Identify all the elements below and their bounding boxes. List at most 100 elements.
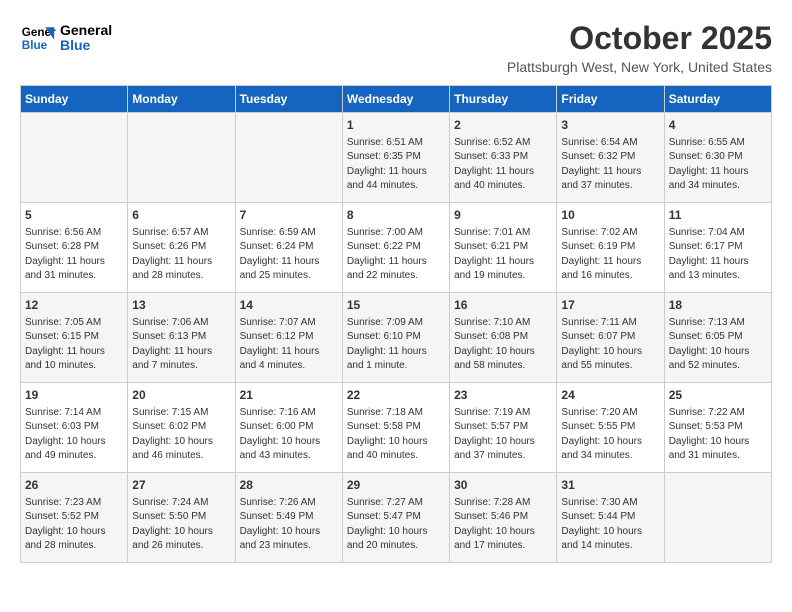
day-number: 15 (347, 297, 445, 314)
day-number: 12 (25, 297, 123, 314)
day-info: Sunrise: 7:28 AM Sunset: 5:46 PM Dayligh… (454, 496, 552, 554)
table-row: 4 Sunrise: 6:55 AM Sunset: 6:30 PM Daylig… (664, 113, 771, 203)
day-info: Sunrise: 6:59 AM Sunset: 6:24 PM Dayligh… (240, 226, 338, 284)
day-info: Sunrise: 6:55 AM Sunset: 6:30 PM Dayligh… (669, 136, 767, 194)
day-number: 30 (454, 477, 552, 494)
day-info: Sunrise: 7:30 AM Sunset: 5:44 PM Dayligh… (561, 496, 659, 554)
day-number: 29 (347, 477, 445, 494)
table-row (664, 473, 771, 563)
day-number: 18 (669, 297, 767, 314)
day-number: 6 (132, 207, 230, 224)
table-row: 7Sunrise: 6:59 AM Sunset: 6:24 PM Daylig… (235, 203, 342, 293)
table-row: 23 Sunrise: 7:19 AM Sunset: 5:57 PM Dayli… (450, 383, 557, 473)
col-friday: Friday (557, 86, 664, 113)
day-info: Sunrise: 7:07 AM Sunset: 6:12 PM Dayligh… (240, 316, 338, 374)
table-row: 11 Sunrise: 7:04 AM Sunset: 6:17 PM Dayli… (664, 203, 771, 293)
table-row: 22Sunrise: 7:18 AM Sunset: 5:58 PM Dayli… (342, 383, 449, 473)
day-number: 13 (132, 297, 230, 314)
table-row: 9Sunrise: 7:01 AM Sunset: 6:21 PM Daylig… (450, 203, 557, 293)
table-row: 29 Sunrise: 7:27 AM Sunset: 5:47 PM Dayli… (342, 473, 449, 563)
table-row: 13Sunrise: 7:06 AM Sunset: 6:13 PM Dayli… (128, 293, 235, 383)
day-info: Sunrise: 7:19 AM Sunset: 5:57 PM Dayligh… (454, 406, 552, 464)
day-number: 19 (25, 387, 123, 404)
svg-text:Blue: Blue (22, 39, 48, 52)
calendar-table: Sunday Monday Tuesday Wednesday Thursday… (20, 85, 772, 563)
week-row-5: 26Sunrise: 7:23 AM Sunset: 5:52 PM Dayli… (21, 473, 772, 563)
day-info: Sunrise: 6:54 AM Sunset: 6:32 PM Dayligh… (561, 136, 659, 194)
week-row-4: 19 Sunrise: 7:14 AM Sunset: 6:03 PM Dayli… (21, 383, 772, 473)
table-row: 15 Sunrise: 7:09 AM Sunset: 6:10 PM Dayli… (342, 293, 449, 383)
day-info: Sunrise: 7:11 AM Sunset: 6:07 PM Dayligh… (561, 316, 659, 374)
day-number: 27 (132, 477, 230, 494)
table-row: 24 Sunrise: 7:20 AM Sunset: 5:55 PM Dayli… (557, 383, 664, 473)
table-row: 10 Sunrise: 7:02 AM Sunset: 6:19 PM Dayli… (557, 203, 664, 293)
day-info: Sunrise: 6:57 AM Sunset: 6:26 PM Dayligh… (132, 226, 230, 284)
day-number: 8 (347, 207, 445, 224)
day-info: Sunrise: 7:14 AM Sunset: 6:03 PM Dayligh… (25, 406, 123, 464)
day-info: Sunrise: 7:15 AM Sunset: 6:02 PM Dayligh… (132, 406, 230, 464)
header: General Blue General Blue October 2025 P… (20, 20, 772, 75)
col-thursday: Thursday (450, 86, 557, 113)
day-number: 4 (669, 117, 767, 134)
day-number: 1 (347, 117, 445, 134)
week-row-1: 1 Sunrise: 6:51 AM Sunset: 6:35 PM Daylig… (21, 113, 772, 203)
table-row: 30 Sunrise: 7:28 AM Sunset: 5:46 PM Dayli… (450, 473, 557, 563)
day-info: Sunrise: 7:01 AM Sunset: 6:21 PM Dayligh… (454, 226, 552, 284)
col-wednesday: Wednesday (342, 86, 449, 113)
table-row: 31 Sunrise: 7:30 AM Sunset: 5:44 PM Dayli… (557, 473, 664, 563)
day-number: 28 (240, 477, 338, 494)
table-row (128, 113, 235, 203)
table-row: 16 Sunrise: 7:10 AM Sunset: 6:08 PM Dayli… (450, 293, 557, 383)
table-row: 26Sunrise: 7:23 AM Sunset: 5:52 PM Dayli… (21, 473, 128, 563)
day-number: 17 (561, 297, 659, 314)
day-info: Sunrise: 7:10 AM Sunset: 6:08 PM Dayligh… (454, 316, 552, 374)
day-number: 22 (347, 387, 445, 404)
day-number: 10 (561, 207, 659, 224)
day-info: Sunrise: 7:24 AM Sunset: 5:50 PM Dayligh… (132, 496, 230, 554)
table-row: 28 Sunrise: 7:26 AM Sunset: 5:49 PM Dayli… (235, 473, 342, 563)
table-row: 6 Sunrise: 6:57 AM Sunset: 6:26 PM Daylig… (128, 203, 235, 293)
week-row-2: 5 Sunrise: 6:56 AM Sunset: 6:28 PM Daylig… (21, 203, 772, 293)
day-info: Sunrise: 6:51 AM Sunset: 6:35 PM Dayligh… (347, 136, 445, 194)
table-row (235, 113, 342, 203)
day-info: Sunrise: 7:05 AM Sunset: 6:15 PM Dayligh… (25, 316, 123, 374)
table-row: 3 Sunrise: 6:54 AM Sunset: 6:32 PM Daylig… (557, 113, 664, 203)
day-info: Sunrise: 7:04 AM Sunset: 6:17 PM Dayligh… (669, 226, 767, 284)
day-number: 16 (454, 297, 552, 314)
day-number: 31 (561, 477, 659, 494)
title-section: October 2025 Plattsburgh West, New York,… (507, 20, 772, 75)
day-info: Sunrise: 7:13 AM Sunset: 6:05 PM Dayligh… (669, 316, 767, 374)
day-number: 2 (454, 117, 552, 134)
table-row: 20 Sunrise: 7:15 AM Sunset: 6:02 PM Dayli… (128, 383, 235, 473)
col-sunday: Sunday (21, 86, 128, 113)
table-row: 27 Sunrise: 7:24 AM Sunset: 5:50 PM Dayli… (128, 473, 235, 563)
day-info: Sunrise: 7:16 AM Sunset: 6:00 PM Dayligh… (240, 406, 338, 464)
day-info: Sunrise: 7:23 AM Sunset: 5:52 PM Dayligh… (25, 496, 123, 554)
day-number: 23 (454, 387, 552, 404)
day-info: Sunrise: 7:02 AM Sunset: 6:19 PM Dayligh… (561, 226, 659, 284)
day-info: Sunrise: 7:09 AM Sunset: 6:10 PM Dayligh… (347, 316, 445, 374)
table-row: 8 Sunrise: 7:00 AM Sunset: 6:22 PM Daylig… (342, 203, 449, 293)
day-number: 24 (561, 387, 659, 404)
logo-general: General (60, 23, 112, 38)
day-number: 20 (132, 387, 230, 404)
day-number: 5 (25, 207, 123, 224)
day-info: Sunrise: 7:20 AM Sunset: 5:55 PM Dayligh… (561, 406, 659, 464)
logo: General Blue General Blue (20, 20, 112, 56)
day-info: Sunrise: 7:26 AM Sunset: 5:49 PM Dayligh… (240, 496, 338, 554)
day-number: 3 (561, 117, 659, 134)
table-row: 21Sunrise: 7:16 AM Sunset: 6:00 PM Dayli… (235, 383, 342, 473)
day-number: 14 (240, 297, 338, 314)
logo-blue: Blue (60, 38, 112, 53)
calendar-title: October 2025 (507, 20, 772, 57)
col-saturday: Saturday (664, 86, 771, 113)
table-row (21, 113, 128, 203)
day-info: Sunrise: 6:56 AM Sunset: 6:28 PM Dayligh… (25, 226, 123, 284)
day-info: Sunrise: 7:22 AM Sunset: 5:53 PM Dayligh… (669, 406, 767, 464)
table-row: 14 Sunrise: 7:07 AM Sunset: 6:12 PM Dayli… (235, 293, 342, 383)
day-info: Sunrise: 7:27 AM Sunset: 5:47 PM Dayligh… (347, 496, 445, 554)
day-number: 11 (669, 207, 767, 224)
calendar-header-row: Sunday Monday Tuesday Wednesday Thursday… (21, 86, 772, 113)
day-info: Sunrise: 7:00 AM Sunset: 6:22 PM Dayligh… (347, 226, 445, 284)
table-row: 18 Sunrise: 7:13 AM Sunset: 6:05 PM Dayli… (664, 293, 771, 383)
